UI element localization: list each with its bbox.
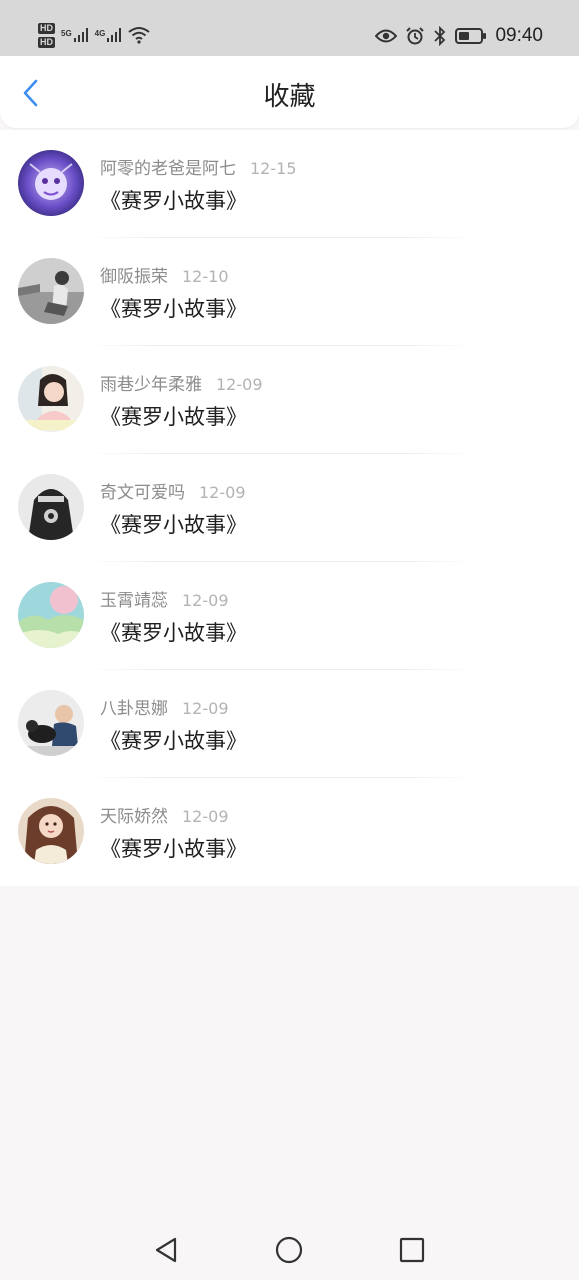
date: 12-09 bbox=[216, 375, 263, 394]
list-item[interactable]: 雨巷少年柔雅 12-09 《赛罗小故事》 bbox=[0, 346, 579, 454]
eye-icon bbox=[375, 29, 398, 43]
list-item[interactable]: 御阪振荣 12-10 《赛罗小故事》 bbox=[0, 238, 579, 346]
status-left: HD HD 5G 4G bbox=[38, 20, 150, 50]
page-title: 收藏 bbox=[263, 82, 316, 112]
date: 12-09 bbox=[182, 591, 229, 610]
landscape-avatar[interactable] bbox=[18, 582, 84, 648]
list-item[interactable]: 天际娇然 12-09 《赛罗小故事》 bbox=[0, 778, 579, 886]
date: 12-10 bbox=[182, 267, 229, 286]
signal-bars-icon bbox=[73, 28, 88, 42]
item-meta: 八卦思娜 12-09 bbox=[100, 698, 229, 720]
list-item[interactable]: 八卦思娜 12-09 《赛罗小故事》 bbox=[0, 670, 579, 778]
woman-portrait-avatar[interactable] bbox=[18, 798, 84, 864]
anime-character-avatar[interactable] bbox=[18, 150, 84, 216]
username[interactable]: 雨巷少年柔雅 bbox=[100, 375, 202, 395]
network-5g-label: 5G bbox=[61, 29, 72, 38]
alarm-icon bbox=[406, 27, 425, 45]
triangle-back-icon bbox=[155, 1237, 177, 1263]
date: 12-09 bbox=[199, 483, 246, 502]
item-title[interactable]: 《赛罗小故事》 bbox=[100, 510, 247, 540]
username[interactable]: 玉霄靖蕊 bbox=[100, 591, 168, 611]
item-meta: 奇文可爱吗 12-09 bbox=[100, 482, 246, 504]
circle-home-icon bbox=[275, 1236, 303, 1264]
list-item[interactable]: 阿零的老爸是阿七 12-15 《赛罗小故事》 bbox=[0, 130, 579, 238]
nav-back-button[interactable] bbox=[148, 1232, 184, 1268]
app-header: 收藏 bbox=[0, 56, 579, 128]
item-meta: 天际娇然 12-09 bbox=[100, 806, 229, 828]
username[interactable]: 八卦思娜 bbox=[100, 699, 168, 719]
status-time: 09:40 bbox=[495, 25, 543, 46]
username[interactable]: 御阪振荣 bbox=[100, 267, 168, 287]
nav-recents-button[interactable] bbox=[394, 1232, 430, 1268]
username[interactable]: 阿零的老爸是阿七 bbox=[100, 159, 236, 179]
signal-bars-icon bbox=[107, 28, 122, 42]
hd-indicators: HD HD bbox=[38, 22, 55, 48]
battery-icon bbox=[455, 28, 487, 44]
signal-4g: 4G bbox=[95, 27, 123, 43]
item-title[interactable]: 《赛罗小故事》 bbox=[100, 186, 247, 216]
date: 12-09 bbox=[182, 699, 229, 718]
item-meta: 阿零的老爸是阿七 12-15 bbox=[100, 158, 297, 180]
wifi-icon bbox=[128, 27, 150, 44]
signal-5g: 5G bbox=[61, 27, 89, 43]
date: 12-15 bbox=[250, 159, 297, 178]
girl-photo-avatar[interactable] bbox=[18, 366, 84, 432]
hd-badge-1: HD bbox=[38, 22, 55, 34]
item-title[interactable]: 《赛罗小故事》 bbox=[100, 726, 247, 756]
dark-shirt-avatar[interactable] bbox=[18, 474, 84, 540]
favorites-list: 阿零的老爸是阿七 12-15 《赛罗小故事》 御阪振荣 12-10 《赛罗小故事》 bbox=[0, 130, 579, 886]
status-bar: HD HD 5G 4G 09:40 bbox=[0, 0, 579, 56]
status-right: 09:40 bbox=[375, 22, 543, 50]
list-item[interactable]: 奇文可爱吗 12-09 《赛罗小故事》 bbox=[0, 454, 579, 562]
system-nav-bar bbox=[0, 1220, 579, 1280]
network-4g-label: 4G bbox=[94, 29, 106, 38]
item-meta: 御阪振荣 12-10 bbox=[100, 266, 229, 288]
item-meta: 玉霄靖蕊 12-09 bbox=[100, 590, 229, 612]
item-title[interactable]: 《赛罗小故事》 bbox=[100, 294, 247, 324]
item-title[interactable]: 《赛罗小故事》 bbox=[100, 402, 247, 432]
list-item[interactable]: 玉霄靖蕊 12-09 《赛罗小故事》 bbox=[0, 562, 579, 670]
grayscale-photo-avatar[interactable] bbox=[18, 258, 84, 324]
child-with-dog-avatar[interactable] bbox=[18, 690, 84, 756]
nav-home-button[interactable] bbox=[271, 1232, 307, 1268]
username[interactable]: 天际娇然 bbox=[100, 807, 168, 827]
item-title[interactable]: 《赛罗小故事》 bbox=[100, 834, 247, 864]
date: 12-09 bbox=[182, 807, 229, 826]
item-title[interactable]: 《赛罗小故事》 bbox=[100, 618, 247, 648]
item-meta: 雨巷少年柔雅 12-09 bbox=[100, 374, 263, 396]
hd-badge-2: HD bbox=[38, 36, 55, 48]
square-recents-icon bbox=[399, 1237, 425, 1263]
username[interactable]: 奇文可爱吗 bbox=[100, 483, 185, 503]
bluetooth-icon bbox=[434, 26, 446, 46]
